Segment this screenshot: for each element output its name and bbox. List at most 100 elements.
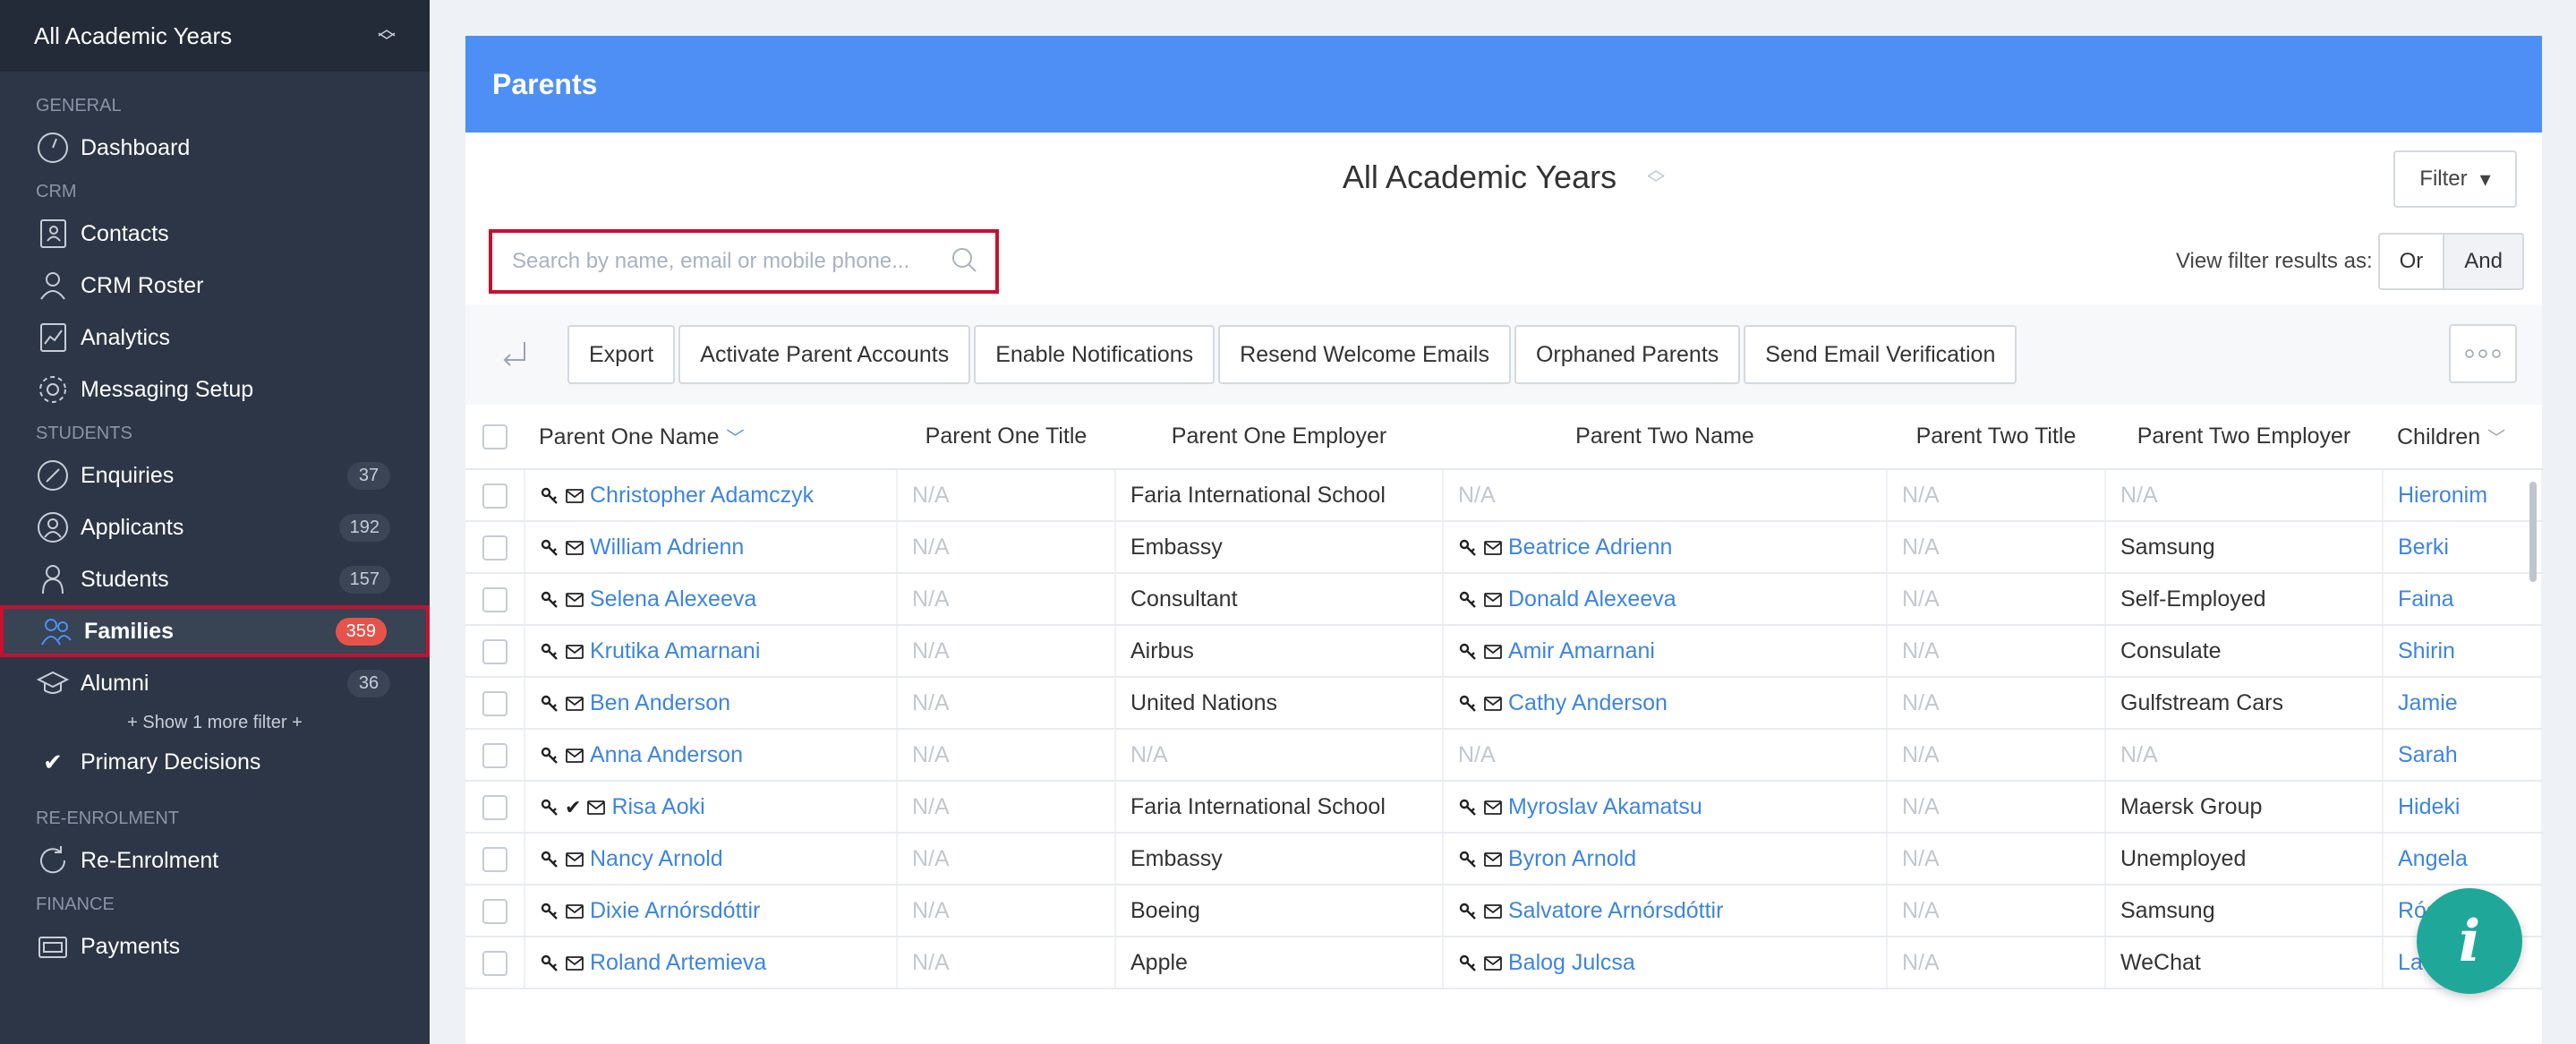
- row-checkbox[interactable]: [465, 573, 525, 626]
- row-checkbox[interactable]: [465, 625, 525, 678]
- parent-two-name: Beatrice Adrienn: [1443, 521, 1888, 574]
- header-children[interactable]: Children ﹀: [2383, 405, 2542, 470]
- header-parent-one-title[interactable]: Parent One Title: [897, 405, 1115, 470]
- parent-two-name: Salvatore Arnórsdóttir: [1443, 885, 1888, 937]
- child-link[interactable]: Sarah: [2398, 742, 2458, 767]
- chevron-updown-icon[interactable]: ︿ ﹀: [1647, 161, 1665, 193]
- envelope-icon: [566, 748, 584, 763]
- sidebar: All Academic Years ︿ ﹀ GENERAL Dashboard …: [0, 0, 430, 1044]
- view-and-button[interactable]: And: [2444, 233, 2524, 290]
- parent-two-name-link[interactable]: Salvatore Arnórsdóttir: [1508, 898, 1723, 923]
- info-button[interactable]: i: [2417, 888, 2522, 994]
- child-link[interactable]: Jamie: [2398, 690, 2458, 715]
- parent-two-name-link[interactable]: Cathy Anderson: [1508, 690, 1668, 715]
- table-row[interactable]: Anna Anderson N/A N/A N/A N/A N/A Sarah: [465, 729, 2543, 782]
- search-box[interactable]: [489, 229, 999, 294]
- parent-one-name-link[interactable]: Roland Artemieva: [590, 950, 766, 975]
- parent-two-name-link[interactable]: Amir Amarnani: [1508, 638, 1655, 663]
- show-more-filter-link[interactable]: + Show 1 more filter +: [0, 709, 430, 736]
- select-all-checkbox[interactable]: [465, 405, 525, 470]
- child-link[interactable]: Angela: [2398, 846, 2468, 871]
- sidebar-item-crm-roster[interactable]: CRM Roster: [0, 260, 430, 312]
- parent-two-name-link[interactable]: Beatrice Adrienn: [1508, 535, 1672, 560]
- table-row[interactable]: Christopher Adamczyk N/A Faria Internation…: [465, 469, 2543, 522]
- header-parent-two-name[interactable]: Parent Two Name: [1443, 405, 1887, 470]
- sidebar-item-families[interactable]: Families 359: [0, 605, 430, 657]
- child-link[interactable]: Berki: [2398, 535, 2449, 560]
- row-checkbox[interactable]: [465, 521, 525, 574]
- table-row[interactable]: William Adrienn N/A Embassy Beatrice Adrien…: [465, 521, 2543, 574]
- row-checkbox[interactable]: [465, 833, 525, 886]
- search-icon[interactable]: [949, 244, 979, 279]
- parent-two-name-link[interactable]: Byron Arnold: [1508, 846, 1636, 871]
- parent-two-employer: Self-Employed: [2105, 573, 2384, 626]
- parents-table: Parent One Name ﹀ Parent One Title Parent…: [465, 405, 2543, 989]
- parent-one-name-link[interactable]: Ben Anderson: [590, 690, 730, 715]
- sidebar-item-reenrolment[interactable]: Re-Enrolment: [0, 834, 430, 886]
- child-link[interactable]: Hideki: [2398, 794, 2460, 819]
- row-checkbox[interactable]: [465, 885, 525, 937]
- sidebar-item-primary-decisions[interactable]: ✔ Primary Decisions: [0, 736, 430, 788]
- sidebar-item-analytics[interactable]: Analytics: [0, 312, 430, 364]
- sidebar-item-label: Alumni: [81, 670, 149, 696]
- more-options-button[interactable]: [2449, 324, 2517, 383]
- resend-welcome-emails-button[interactable]: Resend Welcome Emails: [1218, 325, 1511, 384]
- table-row[interactable]: Ben Anderson N/A United Nations Cathy Ander…: [465, 677, 2543, 730]
- sidebar-item-enquiries[interactable]: Enquiries 37: [0, 449, 430, 501]
- key-icon: [1459, 539, 1476, 556]
- parent-two-name-link[interactable]: Donald Alexeeva: [1508, 586, 1676, 612]
- orphaned-parents-button[interactable]: Orphaned Parents: [1514, 325, 1741, 384]
- row-checkbox[interactable]: [465, 781, 525, 834]
- sidebar-item-payments[interactable]: Payments: [0, 920, 430, 972]
- child-link[interactable]: Shirin: [2398, 638, 2455, 663]
- parent-two-name-link[interactable]: Balog Julcsa: [1508, 950, 1635, 975]
- header-parent-one-name[interactable]: Parent One Name ﹀: [525, 405, 897, 470]
- export-button[interactable]: Export: [567, 325, 676, 384]
- parent-two-name-link[interactable]: Myroslav Akamatsu: [1508, 794, 1702, 819]
- view-or-button[interactable]: Or: [2377, 233, 2445, 290]
- table-row[interactable]: ✔ Risa Aoki N/A Faria International School M…: [465, 781, 2543, 834]
- parent-one-name-link[interactable]: William Adrienn: [590, 535, 744, 560]
- chevron-down-icon: ﹀: [726, 428, 745, 449]
- sidebar-item-contacts[interactable]: Contacts: [0, 208, 430, 260]
- year-title[interactable]: All Academic Years: [1343, 158, 1616, 196]
- send-email-verification-button[interactable]: Send Email Verification: [1744, 325, 2017, 384]
- table-row[interactable]: Krutika Amarnani N/A Airbus Amir Amarnani N/…: [465, 625, 2543, 678]
- sidebar-item-applicants[interactable]: Applicants 192: [0, 501, 430, 553]
- sidebar-item-messaging-setup[interactable]: Messaging Setup: [0, 364, 430, 415]
- table-row[interactable]: Selena Alexeeva N/A Consultant Donald Alexe…: [465, 573, 2543, 626]
- parent-one-name-link[interactable]: Dixie Arnórsdóttir: [590, 898, 760, 923]
- row-checkbox[interactable]: [465, 469, 525, 522]
- sidebar-item-dashboard[interactable]: Dashboard: [0, 122, 430, 174]
- parent-one-name-link[interactable]: Anna Anderson: [590, 742, 743, 767]
- check-icon: ✔: [565, 795, 582, 818]
- parent-one-name-link[interactable]: Christopher Adamczyk: [590, 483, 814, 508]
- sidebar-item-alumni[interactable]: Alumni 36: [0, 657, 430, 709]
- contacts-icon: [34, 215, 72, 252]
- row-checkbox[interactable]: [465, 729, 525, 782]
- filter-button[interactable]: Filter ▾: [2393, 150, 2517, 208]
- row-checkbox[interactable]: [465, 937, 525, 989]
- search-input[interactable]: [512, 249, 949, 274]
- child-link[interactable]: Faina: [2398, 586, 2454, 612]
- sidebar-item-students[interactable]: Students 157: [0, 553, 430, 605]
- parent-one-name-link[interactable]: Nancy Arnold: [590, 846, 723, 871]
- table-row[interactable]: Roland Artemieva N/A Apple Balog Julcsa N/A W…: [465, 937, 2543, 989]
- count-badge: 36: [347, 669, 390, 697]
- parent-one-name-link[interactable]: Selena Alexeeva: [590, 586, 756, 612]
- table-row[interactable]: Nancy Arnold N/A Embassy Byron Arnold N/A Une…: [465, 833, 2543, 886]
- activate-parent-accounts-button[interactable]: Activate Parent Accounts: [678, 325, 971, 384]
- parent-one-name-link[interactable]: Krutika Amarnani: [590, 638, 760, 663]
- enable-notifications-button[interactable]: Enable Notifications: [974, 325, 1215, 384]
- row-checkbox[interactable]: [465, 677, 525, 730]
- header-parent-one-employer[interactable]: Parent One Employer: [1115, 405, 1443, 470]
- header-parent-two-title[interactable]: Parent Two Title: [1887, 405, 2105, 470]
- child-link[interactable]: Hieronim: [2398, 483, 2487, 508]
- sort-arrow-icon[interactable]: [498, 337, 533, 372]
- account-status-icons: [1458, 902, 1503, 921]
- academic-year-select[interactable]: All Academic Years ︿ ﹀: [0, 0, 430, 72]
- parent-one-name-link[interactable]: Risa Aoki: [611, 794, 704, 819]
- table-row[interactable]: Dixie Arnórsdóttir N/A Boeing Salvatore Arn…: [465, 885, 2543, 937]
- scrollbar[interactable]: [2529, 482, 2537, 582]
- header-parent-two-employer[interactable]: Parent Two Employer: [2105, 405, 2383, 470]
